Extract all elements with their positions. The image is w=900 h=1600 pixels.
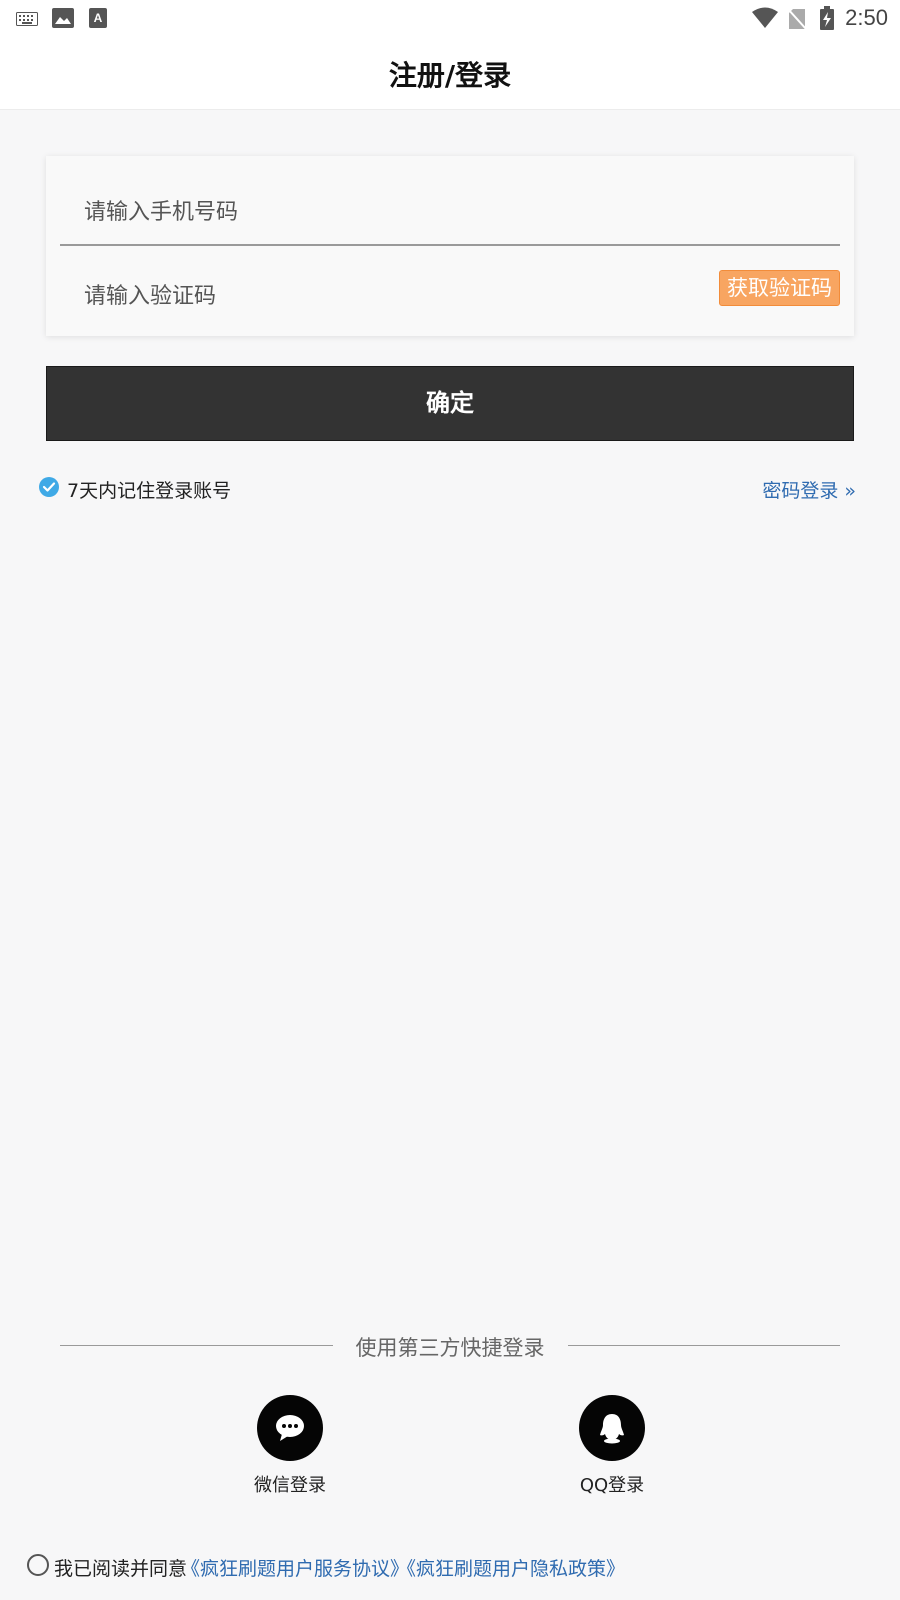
service-agreement-link[interactable]: 《疯狂刷题用户服务协议》 — [181, 1554, 409, 1581]
login-form-card: 请输入手机号码 请输入验证码 获取验证码 — [46, 156, 854, 336]
svg-text:A: A — [94, 11, 103, 25]
status-time: 2:50 — [845, 5, 888, 30]
confirm-button[interactable]: 确定 — [46, 366, 854, 441]
verification-code-placeholder: 请输入验证码 — [84, 284, 217, 309]
battery-charging-icon — [820, 6, 834, 34]
verification-code-input[interactable]: 请输入验证码 获取验证码 — [60, 248, 840, 328]
agreement-row: 我已阅读并同意 《疯狂刷题用户服务协议》 《疯狂刷题用户隐私政策》 — [27, 1553, 887, 1581]
qq-login-button[interactable]: QQ登录 — [547, 1395, 677, 1497]
third-party-login-title: 使用第三方快捷登录 — [355, 1336, 545, 1360]
image-icon — [52, 8, 74, 32]
wechat-login-label: 微信登录 — [254, 1475, 326, 1496]
keyboard-icon — [16, 11, 38, 30]
status-bar: A 2:50 — [0, 0, 900, 36]
qq-login-label: QQ登录 — [579, 1475, 645, 1496]
privacy-policy-link[interactable]: 《疯狂刷题用户隐私政策》 — [397, 1554, 625, 1581]
get-code-button[interactable]: 获取验证码 — [719, 270, 840, 306]
page-title: 注册/登录 — [388, 59, 512, 92]
wechat-icon — [257, 1395, 323, 1461]
agreement-prefix: 我已阅读并同意 — [54, 1558, 188, 1580]
password-login-link[interactable]: 密码登录 » — [762, 476, 856, 503]
wechat-login-button[interactable]: 微信登录 — [225, 1395, 355, 1497]
wifi-icon — [752, 7, 778, 33]
phone-input[interactable]: 请输入手机号码 — [60, 156, 840, 246]
phone-input-placeholder: 请输入手机号码 — [84, 200, 239, 225]
remember-login-label: 7天内记住登录账号 — [67, 480, 232, 502]
check-circle-icon — [38, 476, 60, 502]
remember-login-checkbox[interactable]: 7天内记住登录账号 — [38, 474, 338, 502]
agreement-radio[interactable] — [27, 1554, 49, 1576]
app-header: 注册/登录 — [0, 36, 900, 110]
text-a-icon: A — [89, 8, 107, 32]
no-sim-icon — [787, 8, 807, 34]
qq-icon — [579, 1395, 645, 1461]
